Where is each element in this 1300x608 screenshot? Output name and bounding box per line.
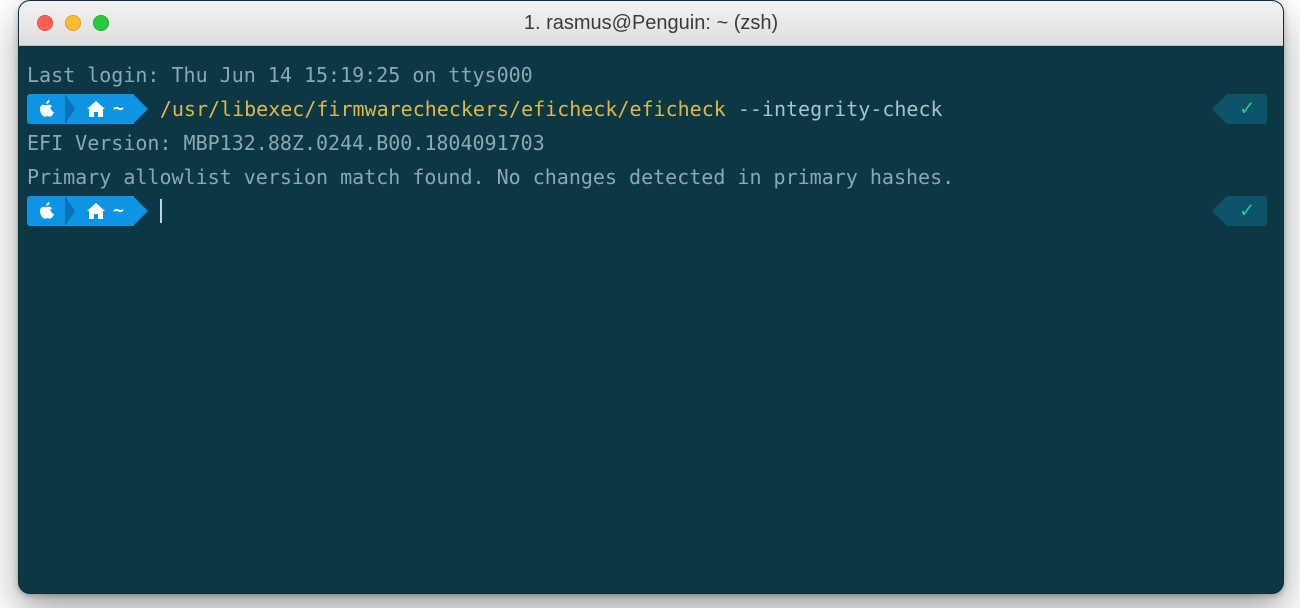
zoom-icon[interactable] xyxy=(93,15,109,31)
prompt-segment-home: ~ xyxy=(65,196,134,226)
prompt-2: ~ xyxy=(27,196,134,226)
prompt-segment-apple xyxy=(27,94,65,124)
cursor xyxy=(160,199,162,223)
checkmark-icon: ✓ xyxy=(1240,98,1253,120)
prompt-row-2: ~ ✓ xyxy=(27,194,1267,228)
traffic-lights xyxy=(19,15,109,31)
output-line-2: Primary allowlist version match found. N… xyxy=(27,160,1267,194)
prompt-segment-apple xyxy=(27,196,65,226)
apple-icon xyxy=(39,202,55,220)
command-arg: --integrity-check xyxy=(738,97,943,121)
prompt-segment-home: ~ xyxy=(65,94,134,124)
checkmark-icon: ✓ xyxy=(1240,200,1253,222)
home-icon xyxy=(87,203,105,219)
minimize-icon[interactable] xyxy=(65,15,81,31)
command-1: /usr/libexec/firmwarecheckers/eficheck/e… xyxy=(160,92,943,126)
status-indicator-1: ✓ xyxy=(1212,94,1267,124)
last-login-line: Last login: Thu Jun 14 15:19:25 on ttys0… xyxy=(27,58,1267,92)
close-icon[interactable] xyxy=(37,15,53,31)
command-path: /usr/libexec/firmwarecheckers/eficheck/e… xyxy=(160,97,726,121)
titlebar[interactable]: 1. rasmus@Penguin: ~ (zsh) xyxy=(19,1,1283,46)
apple-icon xyxy=(39,100,55,118)
status-indicator-2: ✓ xyxy=(1212,196,1267,226)
home-icon xyxy=(87,101,105,117)
terminal-body[interactable]: Last login: Thu Jun 14 15:19:25 on ttys0… xyxy=(19,46,1283,594)
terminal-window: 1. rasmus@Penguin: ~ (zsh) Last login: T… xyxy=(18,0,1284,594)
window-title: 1. rasmus@Penguin: ~ (zsh) xyxy=(19,12,1283,35)
output-line-1: EFI Version: MBP132.88Z.0244.B00.1804091… xyxy=(27,126,1267,160)
prompt-cwd: ~ xyxy=(113,194,124,228)
prompt-1: ~ xyxy=(27,94,134,124)
prompt-row-1: ~ /usr/libexec/firmwarecheckers/eficheck… xyxy=(27,92,1267,126)
prompt-cwd: ~ xyxy=(113,92,124,126)
